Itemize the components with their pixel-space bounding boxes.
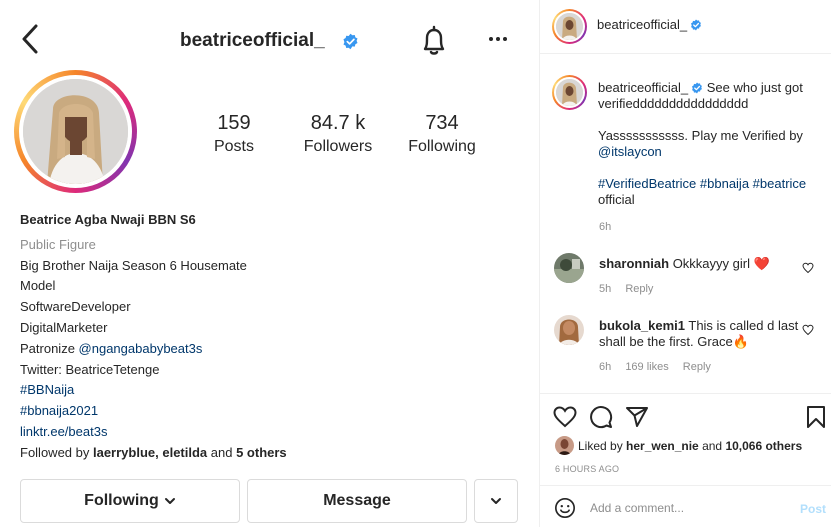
comment-like-heart-icon[interactable]	[802, 262, 814, 274]
following-button-label: Following	[84, 492, 159, 509]
comment-time[interactable]: 5h	[599, 283, 611, 295]
comment-username[interactable]: bukola_kemi1	[599, 318, 685, 333]
notifications-bell-icon[interactable]	[419, 24, 449, 58]
liked-user[interactable]: her_wen_nie	[626, 439, 699, 453]
emoji-smiley-icon[interactable]	[554, 497, 576, 519]
bio-line: Model	[20, 278, 56, 294]
followers-count: 84.7 k	[310, 112, 366, 134]
caption-first-line: beatriceofficial_ See who just got verif…	[598, 80, 813, 112]
comment-avatar[interactable]	[554, 253, 584, 283]
stat-posts[interactable]: 159 Posts	[205, 112, 263, 156]
followed-by-line[interactable]: Followed by laerryblue, eletilda and 5 o…	[20, 443, 520, 464]
bio-line: SoftwareDeveloper	[20, 299, 131, 315]
comment-item: bukola_kemi1 This is called d last shall…	[599, 318, 799, 350]
caption-mention-link[interactable]: @itslaycon	[598, 144, 813, 160]
suggestions-dropdown-button[interactable]	[474, 479, 518, 523]
comment-like-heart-icon[interactable]	[802, 324, 814, 336]
profile-category: Public Figure	[20, 236, 96, 252]
profile-full-name: Beatrice Agba Nwaji BBN S6	[20, 212, 196, 227]
following-label: Following	[408, 138, 476, 155]
comment-time[interactable]: 6h	[599, 361, 611, 373]
liked-count[interactable]: 10,066 others	[725, 439, 802, 453]
caption-text: official	[598, 192, 635, 207]
followed-others: 5 others	[236, 444, 287, 460]
profile-topbar: beatriceofficial_	[0, 0, 540, 80]
message-button-label: Message	[323, 492, 391, 509]
followed-names: laerryblue, eletilda	[92, 444, 208, 460]
bio-twitter: Twitter: BeatriceTetenge	[20, 361, 160, 377]
bio-website-link[interactable]: linktr.ee/beat3s	[20, 422, 520, 443]
post-author-avatar[interactable]	[552, 9, 587, 44]
post-header: beatriceofficial_	[540, 0, 831, 54]
profile-username: beatriceofficial_	[180, 30, 325, 51]
post-actions: Liked by her_wen_nie and 10,066 others 6…	[540, 393, 831, 485]
bio-line: Big Brother Naija Season 6 Housemate	[20, 257, 247, 273]
stat-followers[interactable]: 84.7 k Followers	[298, 112, 378, 156]
save-bookmark-icon[interactable]	[806, 405, 826, 429]
comment-reply-button[interactable]: Reply	[683, 361, 711, 373]
post-comment-button[interactable]: Post	[800, 502, 826, 516]
profile-photo	[23, 79, 128, 184]
back-arrow-icon[interactable]	[18, 22, 44, 56]
following-button[interactable]: Following	[20, 479, 240, 523]
like-heart-icon[interactable]	[553, 406, 577, 428]
bio-hashtag-link[interactable]: #BBNaija	[20, 380, 520, 401]
verified-badge-icon	[343, 33, 358, 50]
verified-badge-icon	[692, 82, 703, 94]
comment-bubble-icon[interactable]	[589, 405, 613, 429]
posts-label: Posts	[213, 138, 254, 155]
comment-meta: 5h Reply	[599, 283, 653, 295]
profile-bio: Beatrice Agba Nwaji BBN S6 Public Figure…	[20, 210, 520, 464]
share-paper-plane-icon[interactable]	[625, 405, 649, 429]
bio-patronize-line: Patronize @ngangababybeat3s	[20, 339, 520, 360]
posts-count: 159	[217, 112, 251, 134]
stat-following[interactable]: 734 Following	[403, 112, 481, 156]
chevron-down-icon	[164, 498, 175, 504]
profile-avatar[interactable]	[14, 70, 137, 193]
caption-time[interactable]: 6h	[599, 221, 611, 233]
post-panel: beatriceofficial_ beatriceofficial_ See …	[540, 0, 831, 527]
caption-author-avatar[interactable]	[552, 75, 587, 110]
liked-by-avatar[interactable]	[555, 436, 574, 455]
liked-and: and	[698, 439, 726, 453]
post-caption: beatriceofficial_ See who just got verif…	[598, 80, 813, 208]
profile-panel: beatriceofficial_ 159 Posts 84.7 k Follo…	[0, 0, 540, 527]
comment-reply-button[interactable]: Reply	[625, 283, 653, 295]
post-timestamp[interactable]: 6 HOURS AGO	[555, 464, 619, 474]
add-comment-bar: Post	[540, 485, 831, 527]
liked-by-text[interactable]: Liked by her_wen_nie and 10,066 others	[578, 439, 802, 453]
caption-username[interactable]: beatriceofficial_	[598, 80, 688, 95]
comment-avatar[interactable]	[554, 315, 584, 345]
bio-patronize-prefix: Patronize	[20, 340, 79, 356]
more-options-icon[interactable]	[487, 30, 509, 48]
bio-line: DigitalMarketer	[20, 319, 108, 335]
post-header-username: beatriceofficial_	[597, 17, 688, 32]
message-button[interactable]: Message	[247, 479, 467, 523]
followed-prefix: Followed by	[20, 444, 93, 460]
followers-label: Followers	[303, 138, 373, 155]
caption-text: Yasssssssssss. Play me Verified by	[598, 128, 803, 143]
comment-username[interactable]: sharonniah	[599, 256, 669, 271]
comment-meta: 6h 169 likes Reply	[599, 361, 711, 373]
comment-text: Okkkayyy girl ❤️	[669, 256, 770, 271]
post-header-username-row[interactable]: beatriceofficial_	[597, 17, 702, 32]
instagram-screen: beatriceofficial_ 159 Posts 84.7 k Follo…	[0, 0, 831, 527]
comment-item: sharonniah Okkkayyy girl ❤️	[599, 256, 799, 272]
add-comment-input[interactable]	[590, 498, 790, 518]
bio-mention-link[interactable]: @ngangababybeat3s	[79, 341, 203, 356]
following-count: 734	[425, 112, 459, 134]
comment-likes[interactable]: 169 likes	[625, 361, 668, 373]
verified-badge-icon	[691, 19, 702, 31]
liked-prefix: Liked by	[578, 439, 627, 453]
chevron-down-icon	[491, 498, 501, 504]
followed-and: and	[207, 444, 237, 460]
caption-hashtags[interactable]: #VerifiedBeatrice #bbnaija #beatrice	[598, 176, 813, 192]
bio-hashtag-link[interactable]: #bbnaija2021	[20, 401, 520, 422]
